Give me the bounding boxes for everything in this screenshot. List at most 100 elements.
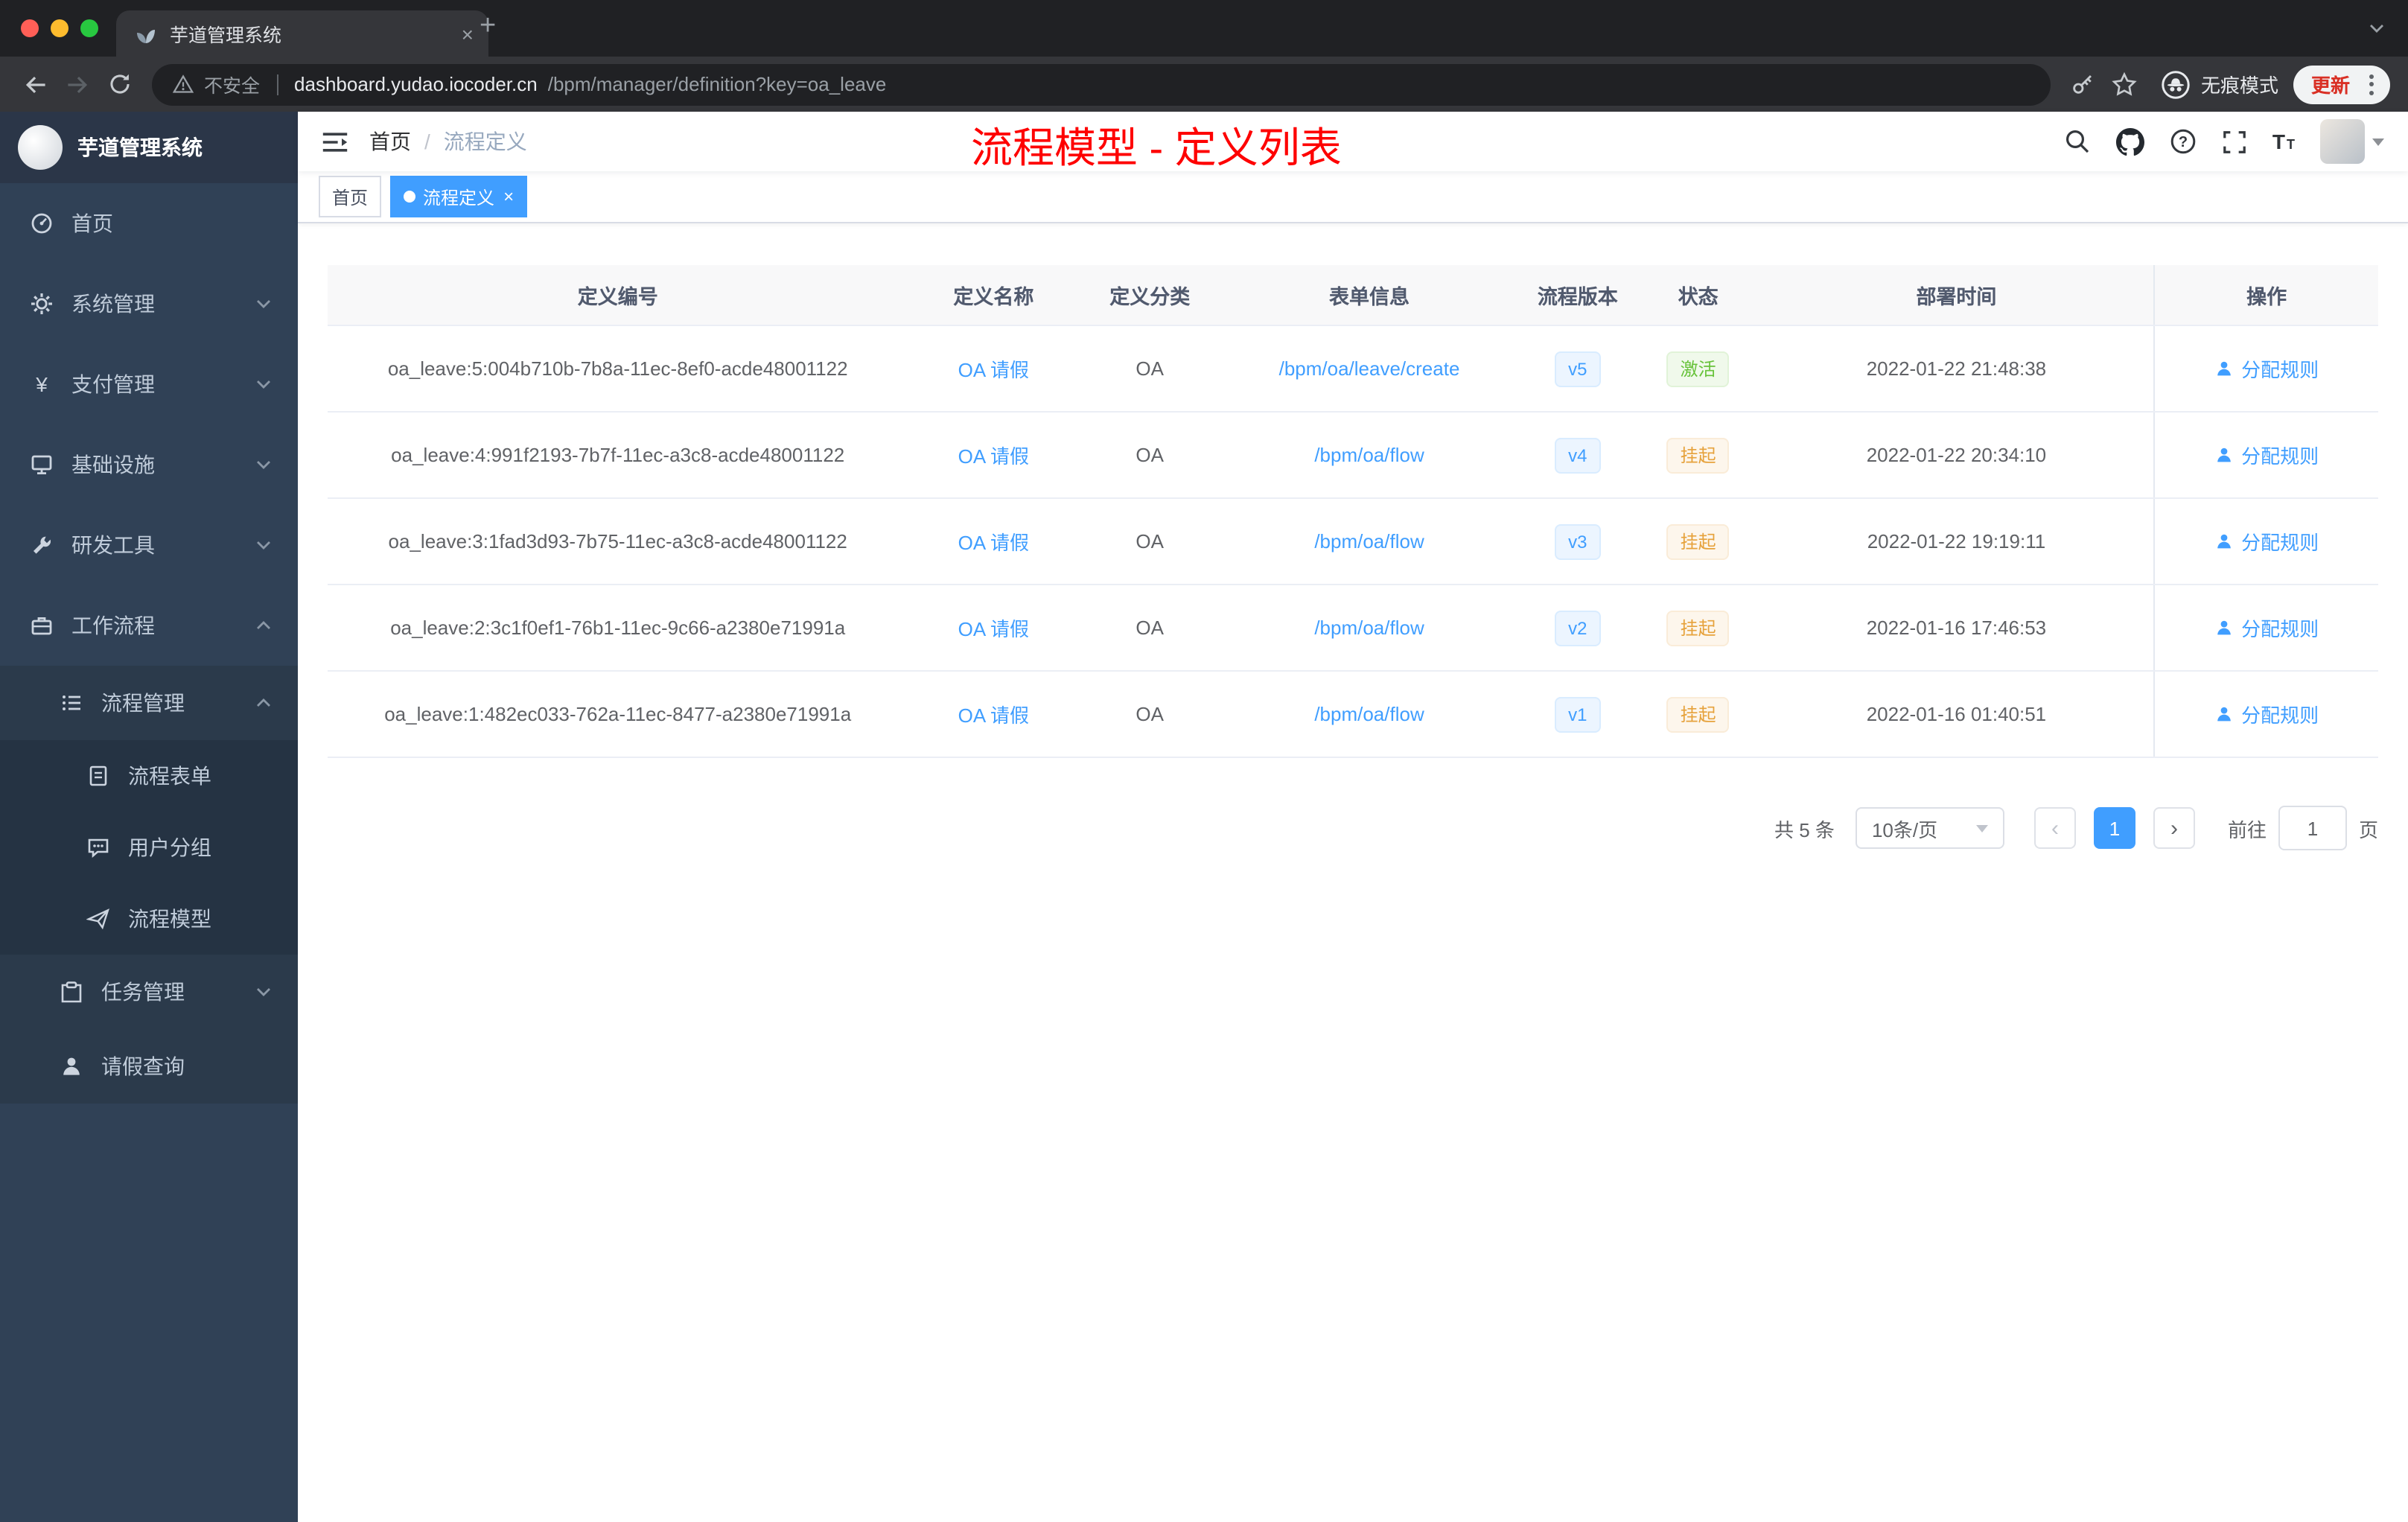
chrome-update-button[interactable]: 更新 bbox=[2293, 65, 2390, 104]
reload-button[interactable] bbox=[98, 63, 140, 105]
chevron-down-icon bbox=[257, 380, 270, 389]
minimize-window-button[interactable] bbox=[51, 19, 69, 37]
document-icon bbox=[89, 765, 107, 786]
security-label[interactable]: 不安全 bbox=[204, 70, 260, 98]
definition-category: OA bbox=[1135, 617, 1164, 639]
dashboard-gauge-icon bbox=[31, 213, 52, 234]
sidebar-item-workflow[interactable]: 工作流程 bbox=[0, 585, 298, 666]
deploy-time: 2022-01-16 17:46:53 bbox=[1866, 617, 2047, 639]
assign-rule-link[interactable]: 分配规则 bbox=[2214, 614, 2319, 642]
sidebar-item-home[interactable]: 首页 bbox=[0, 183, 298, 264]
form-info-link[interactable]: /bpm/oa/flow bbox=[1314, 530, 1424, 553]
sidebar-item-user-group[interactable]: 用户分组 bbox=[0, 812, 298, 883]
definition-table: 定义编号 定义名称 定义分类 表单信息 流程版本 状态 部署时间 操作 oa_l… bbox=[328, 265, 2379, 758]
sidebar-item-payment-mgmt[interactable]: ¥ 支付管理 bbox=[0, 344, 298, 424]
page-number-button[interactable]: 1 bbox=[2093, 807, 2135, 849]
window-controls bbox=[21, 19, 98, 37]
breadcrumb-home[interactable]: 首页 bbox=[369, 127, 411, 156]
chevron-up-icon bbox=[257, 621, 270, 629]
gear-icon bbox=[31, 293, 52, 314]
browser-menu-kebab-icon[interactable] bbox=[2359, 68, 2383, 101]
bookmark-star-icon[interactable] bbox=[2104, 63, 2146, 105]
form-info-link[interactable]: /bpm/oa/leave/create bbox=[1279, 357, 1460, 380]
version-tag[interactable]: v3 bbox=[1555, 523, 1601, 559]
col-header-actions: 操作 bbox=[2153, 265, 2379, 325]
sidebar-item-process-model[interactable]: 流程模型 bbox=[0, 883, 298, 955]
tab-title: 芋道管理系统 bbox=[170, 25, 282, 46]
incognito-spy-icon bbox=[2162, 70, 2190, 98]
sidebar-item-label: 请假查询 bbox=[101, 1054, 185, 1078]
status-badge: 挂起 bbox=[1666, 610, 1730, 646]
assign-rule-link[interactable]: 分配规则 bbox=[2214, 354, 2319, 383]
fullscreen-icon[interactable] bbox=[2222, 129, 2247, 154]
sidebar-item-process-mgmt[interactable]: 流程管理 bbox=[0, 666, 298, 740]
tags-view-bar: 首页 流程定义 × bbox=[298, 171, 2408, 223]
new-tab-button[interactable]: + bbox=[480, 10, 496, 43]
next-page-button[interactable]: › bbox=[2153, 807, 2195, 849]
definition-name-link[interactable]: OA 请假 bbox=[958, 441, 1029, 469]
definition-category: OA bbox=[1135, 357, 1164, 380]
person-icon bbox=[2217, 448, 2231, 462]
col-header-process-version: 流程版本 bbox=[1517, 265, 1637, 325]
update-label: 更新 bbox=[2310, 74, 2350, 97]
version-tag[interactable]: v1 bbox=[1555, 696, 1601, 732]
status-badge: 挂起 bbox=[1666, 696, 1730, 732]
github-icon[interactable] bbox=[2115, 127, 2144, 156]
assign-rule-link[interactable]: 分配规则 bbox=[2214, 527, 2319, 555]
tag-process-definition[interactable]: 流程定义 × bbox=[390, 176, 528, 217]
tag-home[interactable]: 首页 bbox=[319, 176, 382, 217]
sidebar-item-infrastructure[interactable]: 基础设施 bbox=[0, 424, 298, 505]
address-bar[interactable]: 不安全 dashboard.yudao.iocoder.cn /bpm/mana… bbox=[152, 63, 2051, 105]
definition-category: OA bbox=[1135, 703, 1164, 725]
user-avatar[interactable] bbox=[2320, 119, 2384, 164]
incognito-label: 无痕模式 bbox=[2200, 74, 2278, 97]
status-badge: 激活 bbox=[1666, 351, 1730, 386]
sidebar-item-system-mgmt[interactable]: 系统管理 bbox=[0, 264, 298, 344]
maximize-window-button[interactable] bbox=[80, 19, 98, 37]
version-tag[interactable]: v2 bbox=[1555, 610, 1601, 646]
page-jump-input[interactable] bbox=[2278, 806, 2347, 850]
close-window-button[interactable] bbox=[21, 19, 39, 37]
assign-rule-link[interactable]: 分配规则 bbox=[2214, 441, 2319, 469]
form-info-link[interactable]: /bpm/oa/flow bbox=[1314, 617, 1424, 639]
back-button[interactable] bbox=[15, 63, 57, 105]
deploy-time: 2022-01-22 19:19:11 bbox=[1867, 530, 2046, 553]
definition-id: oa_leave:3:1fad3d93-7b75-11ec-a3c8-acde4… bbox=[388, 530, 847, 553]
sidebar-item-dev-tools[interactable]: 研发工具 bbox=[0, 505, 298, 585]
sidebar-item-label: 首页 bbox=[71, 211, 113, 235]
definition-name-link[interactable]: OA 请假 bbox=[958, 527, 1029, 555]
help-icon[interactable]: ? bbox=[2170, 128, 2197, 155]
sidebar-item-label: 流程表单 bbox=[128, 764, 211, 788]
tab-close-icon[interactable]: × bbox=[462, 23, 474, 44]
person-icon bbox=[2217, 707, 2231, 722]
sidebar-item-task-mgmt[interactable]: 任务管理 bbox=[0, 955, 298, 1029]
form-info-link[interactable]: /bpm/oa/flow bbox=[1314, 703, 1424, 725]
version-tag[interactable]: v5 bbox=[1555, 351, 1601, 386]
font-size-icon[interactable]: TT bbox=[2272, 130, 2295, 153]
form-info-link[interactable]: /bpm/oa/flow bbox=[1314, 444, 1424, 466]
prev-page-button[interactable]: ‹ bbox=[2033, 807, 2076, 849]
sidebar-item-process-form[interactable]: 流程表单 bbox=[0, 740, 298, 812]
paper-plane-icon bbox=[86, 908, 109, 930]
tag-close-icon[interactable]: × bbox=[503, 188, 514, 206]
sidebar-toggle-button[interactable] bbox=[322, 130, 348, 153]
definition-name-link[interactable]: OA 请假 bbox=[958, 354, 1029, 383]
browser-tab[interactable]: 芋道管理系统 × bbox=[116, 10, 488, 57]
deploy-time: 2022-01-16 01:40:51 bbox=[1866, 703, 2047, 725]
sidebar-item-leave-query[interactable]: 请假查询 bbox=[0, 1029, 298, 1104]
version-tag[interactable]: v4 bbox=[1555, 437, 1601, 473]
breadcrumb: 首页 / 流程定义 bbox=[369, 127, 527, 156]
search-icon[interactable] bbox=[2064, 128, 2091, 155]
status-badge: 挂起 bbox=[1666, 437, 1730, 473]
favicon-icon bbox=[137, 29, 155, 42]
password-key-icon[interactable] bbox=[2063, 63, 2104, 105]
forward-button[interactable] bbox=[57, 63, 98, 105]
pagination: 共 5 条 10条/页 ‹ 1 › 前往 页 bbox=[328, 806, 2378, 850]
table-row: oa_leave:2:3c1f0ef1-76b1-11ec-9c66-a2380… bbox=[328, 585, 2378, 672]
assign-rule-link[interactable]: 分配规则 bbox=[2214, 700, 2319, 728]
sidebar-item-label: 任务管理 bbox=[101, 980, 185, 1004]
definition-name-link[interactable]: OA 请假 bbox=[958, 700, 1029, 728]
definition-name-link[interactable]: OA 请假 bbox=[958, 614, 1029, 642]
tab-search-chevron-icon[interactable] bbox=[2369, 24, 2384, 33]
page-size-select[interactable]: 10条/页 bbox=[1855, 807, 2004, 849]
